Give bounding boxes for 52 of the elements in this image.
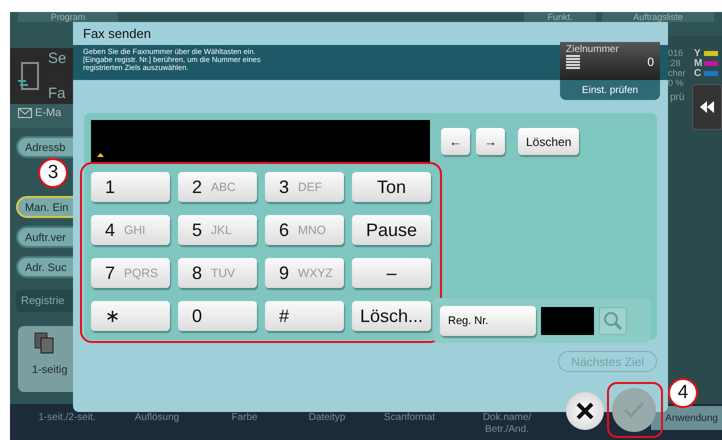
email-tab[interactable]: E-Ma xyxy=(10,104,74,128)
search-icon xyxy=(603,310,623,330)
keypad-key[interactable]: 4 GHI xyxy=(91,215,170,245)
cursor-button[interactable]: ← xyxy=(441,128,470,155)
keypad-key[interactable]: 6 MNO xyxy=(265,215,344,245)
keypad-key[interactable]: 5 JKL xyxy=(178,215,257,245)
bottom-tab[interactable]: Dateityp xyxy=(287,412,367,424)
keypad-key[interactable]: 7 PQRS xyxy=(91,258,170,288)
status-text: cher xyxy=(668,68,687,78)
envelope-icon xyxy=(18,108,32,118)
keypad-key[interactable]: # xyxy=(265,301,344,331)
mode-title: Se xyxy=(48,50,66,67)
keypad-key[interactable]: – xyxy=(352,258,431,288)
keypad-key[interactable]: 8 TUV xyxy=(178,258,257,288)
counter-label: Zielnummer xyxy=(566,44,620,55)
bottom-tab[interactable]: Dok.name/ Betr./And. xyxy=(452,412,562,436)
keypad-key[interactable]: 9 WXYZ xyxy=(265,258,344,288)
bottom-tab[interactable]: Scanformat xyxy=(367,412,452,424)
status-text: 0 % xyxy=(668,78,685,88)
registered-number-button[interactable]: Reg. Nr. xyxy=(440,306,536,336)
cursor-icon xyxy=(97,153,104,157)
counter-value: 0 xyxy=(647,55,654,69)
pages-icon xyxy=(34,332,54,354)
keypad-key[interactable]: 2 ABC xyxy=(178,172,257,202)
keypad-key[interactable]: 1 xyxy=(91,172,170,202)
dialog-title: Fax senden xyxy=(82,25,152,43)
toner-label: Y xyxy=(694,48,702,58)
double-arrow-icon xyxy=(700,101,714,113)
tab-label: E-Ma xyxy=(35,107,62,119)
bottom-tab[interactable]: Auflösung xyxy=(112,412,202,424)
collapse-button[interactable] xyxy=(692,84,722,130)
status-text: :28 xyxy=(668,58,682,68)
clear-button[interactable]: Löschen xyxy=(518,128,580,155)
keypad-key[interactable]: 0 xyxy=(178,301,257,331)
close-icon xyxy=(575,401,595,421)
toner-label: C xyxy=(694,68,702,78)
keypad-key[interactable]: Ton xyxy=(352,172,431,202)
registered-number-field[interactable] xyxy=(541,306,594,334)
keypad-key[interactable]: 3 DEF xyxy=(265,172,344,202)
mode-title: Fa xyxy=(48,85,66,102)
bottom-tab[interactable]: Farbe xyxy=(202,412,287,424)
keypad-key[interactable]: Pause xyxy=(352,215,431,245)
keypad-key[interactable]: ∗ xyxy=(91,301,170,331)
list-icon xyxy=(566,55,580,69)
keypad-key[interactable]: Lösch... xyxy=(352,301,431,331)
bottom-tab[interactable]: 1-seit./2-seit. xyxy=(22,412,112,424)
cursor-button[interactable]: → xyxy=(476,128,505,155)
check-settings-button[interactable]: Einst. prüfen xyxy=(560,80,660,100)
toner-label: M xyxy=(694,58,702,68)
status-text: 016 xyxy=(668,48,684,58)
document-icon xyxy=(18,61,42,91)
highlight-frame xyxy=(607,382,663,438)
